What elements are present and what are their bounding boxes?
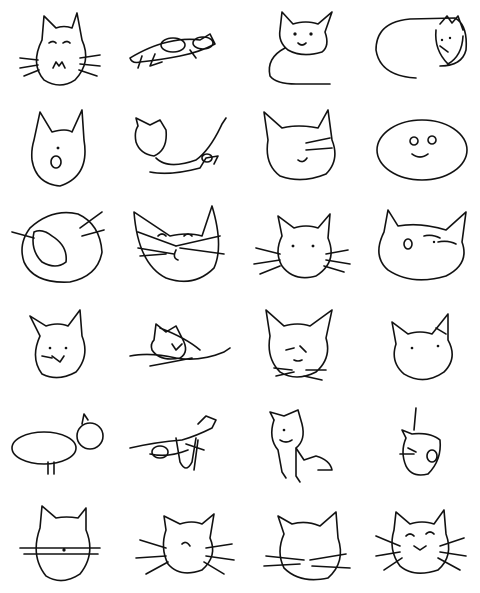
cat-drawing-12 <box>378 209 467 281</box>
cat-drawing-18 <box>129 415 217 471</box>
cat-drawing-13 <box>29 309 86 379</box>
cat-drawing-19 <box>269 409 333 483</box>
cat-drawing-11 <box>253 213 351 279</box>
cat-drawing-23 <box>263 511 351 581</box>
cat-drawing-21 <box>19 505 101 582</box>
cat-drawing-6 <box>134 117 227 175</box>
doodle-sheet <box>11 11 468 582</box>
cat-drawing-15 <box>265 309 333 381</box>
cat-drawing-10 <box>133 205 225 283</box>
cat-drawing-5 <box>30 109 86 187</box>
cat-drawing-14 <box>129 323 231 367</box>
cat-drawing-3 <box>268 11 333 85</box>
cat-drawing-8 <box>376 119 468 181</box>
cat-drawing-2 <box>129 33 216 69</box>
cat-drawing-4 <box>375 15 468 79</box>
cat-drawing-9 <box>11 211 105 283</box>
cat-drawing-1 <box>19 12 101 86</box>
cat-drawing-17 <box>11 413 104 475</box>
cat-drawing-22 <box>135 513 235 575</box>
cat-drawing-24 <box>375 509 467 574</box>
cat-drawing-7 <box>263 109 336 181</box>
cat-drawing-16 <box>391 313 453 381</box>
cat-drawing-20 <box>399 407 442 476</box>
